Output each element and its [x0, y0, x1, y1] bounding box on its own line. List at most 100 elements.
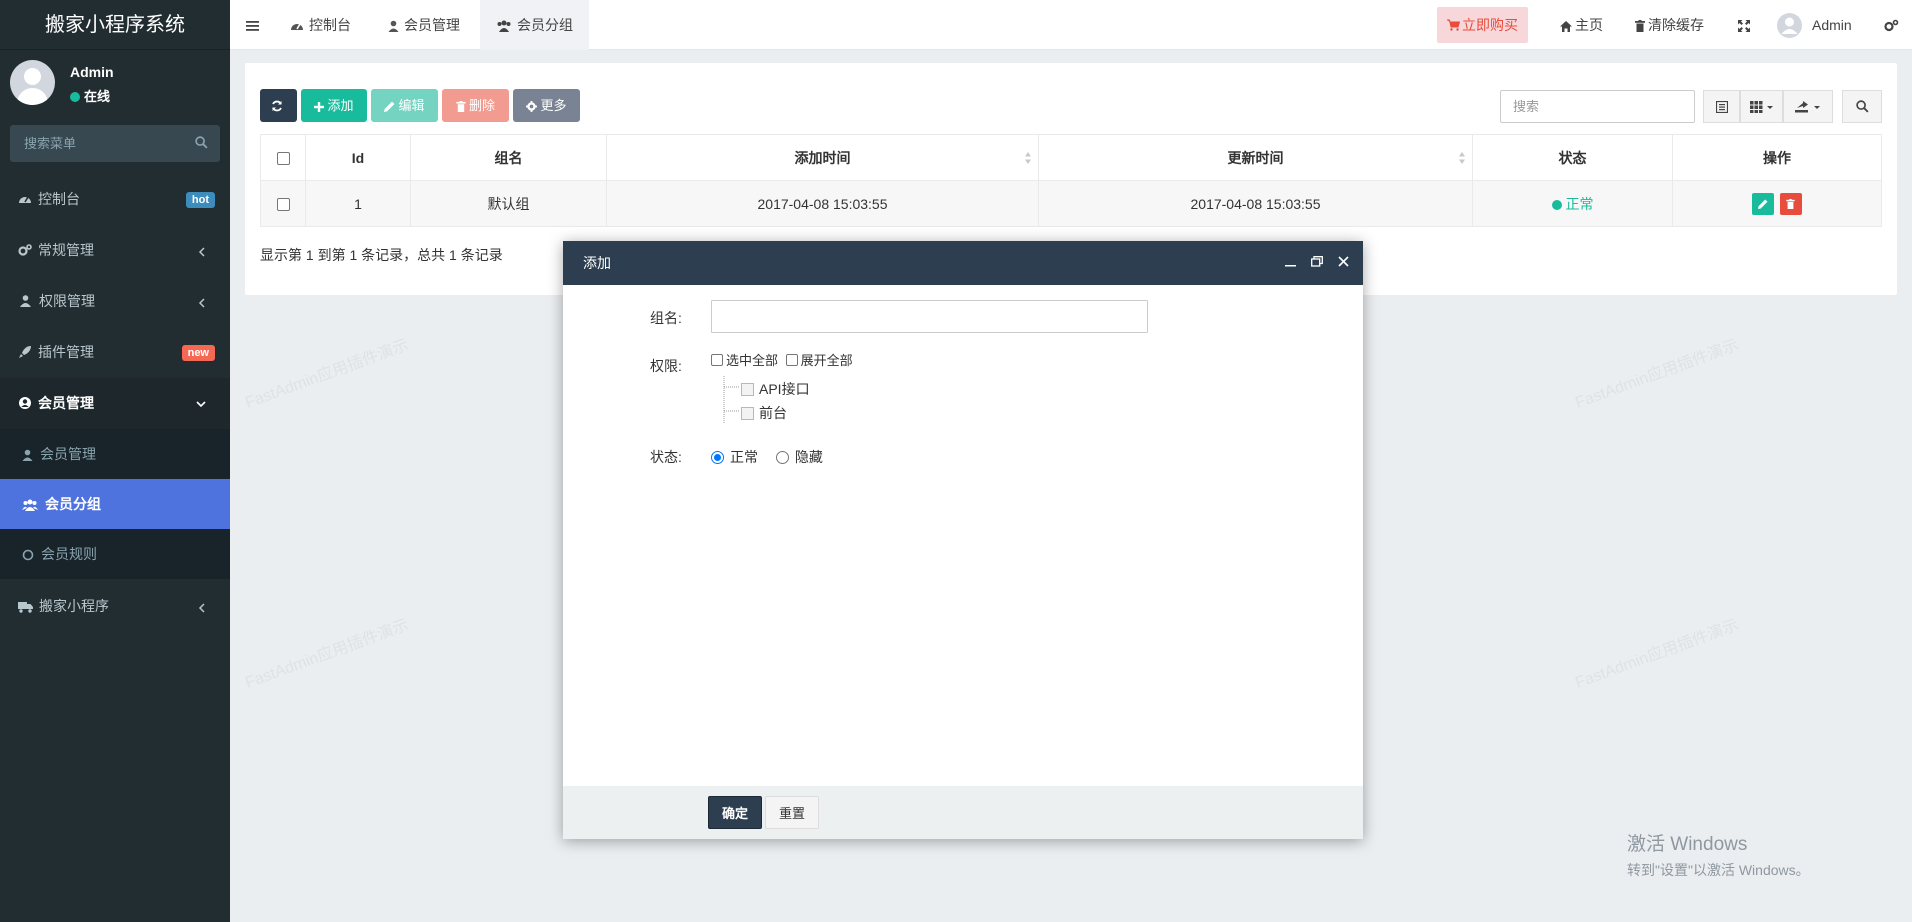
clear-cache-button[interactable]: 清除缓存	[1635, 0, 1704, 50]
tab-dashboard[interactable]: 控制台	[280, 0, 361, 50]
dialog-footer: 确定 重置	[563, 786, 1363, 839]
cogs-icon	[18, 244, 32, 256]
row-delete-button[interactable]	[1779, 192, 1802, 215]
settings-button[interactable]	[1884, 0, 1904, 50]
avatar-icon	[1777, 13, 1802, 38]
toggle-view-button[interactable]	[1703, 90, 1740, 123]
trash-icon	[1635, 20, 1645, 32]
tab-member[interactable]: 会员管理	[378, 0, 470, 50]
users-icon	[497, 20, 511, 32]
hot-badge: hot	[185, 192, 215, 208]
status-normal-radio[interactable]: 正常	[711, 449, 758, 465]
dashboard-icon	[19, 196, 31, 203]
dialog-title: 添加	[583, 255, 611, 271]
header-checkbox-cell	[260, 134, 306, 181]
dialog-header[interactable]: 添加	[563, 241, 1363, 285]
top-navbar: 控制台 会员管理 会员分组 立即购买 主页 清除缓存 Admin	[230, 0, 1912, 50]
edit-button[interactable]: 编辑	[371, 89, 438, 122]
add-button[interactable]: 添加	[301, 89, 367, 122]
close-icon[interactable]	[1338, 256, 1349, 267]
sidebar-item-dashboard[interactable]: 控制台 hot	[0, 174, 230, 225]
trash-icon	[456, 101, 466, 112]
expand-all-checkbox[interactable]	[785, 354, 798, 366]
user-circle-icon	[19, 397, 31, 409]
member-submenu: 会员管理 会员分组 会员规则	[0, 429, 230, 579]
export-button[interactable]	[1783, 90, 1833, 123]
sidebar-item-moving-app[interactable]: 搬家小程序	[0, 579, 230, 634]
sidebar-toggle-button[interactable]	[246, 0, 264, 50]
table-search-input[interactable]	[1500, 90, 1695, 123]
refresh-button[interactable]	[260, 89, 297, 122]
chevron-left-icon	[198, 247, 205, 257]
delete-button[interactable]: 删除	[442, 89, 509, 122]
fullscreen-button[interactable]	[1738, 0, 1755, 50]
chevron-left-icon	[198, 298, 205, 308]
tab-member-group[interactable]: 会员分组	[480, 0, 589, 50]
home-link[interactable]: 主页	[1560, 0, 1603, 50]
refresh-icon	[272, 100, 282, 112]
header-created[interactable]: 添加时间	[606, 134, 1039, 181]
more-button[interactable]: 更多	[513, 89, 580, 122]
reset-button[interactable]: 重置	[765, 796, 820, 829]
tree-node-checkbox[interactable]	[741, 383, 754, 396]
select-all-checkbox[interactable]	[711, 354, 723, 366]
avatar	[10, 60, 55, 105]
pencil-icon	[384, 101, 395, 112]
select-all-checkbox[interactable]	[276, 152, 290, 166]
sidebar-menu: 控制台 hot 常规管理 权限管理 插件管理 new 会员管理 会员管理 会员分…	[0, 174, 230, 634]
sidebar-item-addon[interactable]: 插件管理 new	[0, 327, 230, 378]
sidebar-subitem-rule[interactable]: 会员规则	[0, 529, 230, 579]
buy-now-button[interactable]: 立即购买	[1437, 7, 1528, 43]
status-hidden-radio[interactable]: 隐藏	[775, 449, 823, 465]
sidebar-item-member[interactable]: 会员管理	[0, 378, 230, 429]
columns-button[interactable]	[1740, 90, 1783, 123]
add-dialog: 添加 组名: 权限: 选中全部 展开全部 API接口 前台 状态: 正常 隐藏 …	[563, 241, 1363, 839]
users-icon	[22, 499, 38, 511]
select-all-option[interactable]: 选中全部	[711, 353, 778, 368]
expand-all-option[interactable]: 展开全部	[785, 353, 853, 368]
chevron-left-icon	[198, 603, 205, 613]
permission-options: 选中全部 展开全部	[711, 350, 853, 369]
trash-icon	[1786, 198, 1796, 209]
row-edit-button[interactable]	[1752, 192, 1775, 215]
user-name: Admin	[70, 64, 114, 80]
sidebar-subitem-group[interactable]: 会员分组	[0, 479, 230, 529]
pencil-icon	[1758, 199, 1768, 209]
user-menu[interactable]: Admin	[1777, 0, 1852, 50]
tree-node[interactable]: 前台	[741, 403, 787, 423]
group-name-input[interactable]	[711, 300, 1148, 333]
minimize-icon[interactable]	[1285, 256, 1296, 267]
expand-icon	[1738, 20, 1750, 32]
gear-icon	[526, 101, 538, 112]
status-options: 正常 隐藏	[711, 447, 823, 467]
row-checkbox-cell	[260, 180, 306, 227]
dashboard-icon	[291, 23, 303, 30]
tree-node-checkbox[interactable]	[741, 407, 754, 420]
sidebar-item-permission[interactable]: 权限管理	[0, 276, 230, 327]
user-icon	[22, 449, 33, 461]
menu-search-input[interactable]	[10, 125, 180, 162]
table-header-row: Id 组名 添加时间 更新时间 状态 操作	[260, 134, 1882, 181]
header-updated[interactable]: 更新时间	[1038, 134, 1473, 181]
menu-search	[10, 125, 220, 162]
rocket-icon	[19, 346, 31, 358]
sidebar-subitem-member[interactable]: 会员管理	[0, 429, 230, 479]
windows-activation-notice: 激活 Windows 转到"设置"以激活 Windows。	[1627, 834, 1810, 878]
confirm-button[interactable]: 确定	[708, 796, 763, 829]
cell-status: 正常	[1472, 180, 1673, 227]
header-id[interactable]: Id	[305, 134, 411, 181]
export-icon	[1795, 101, 1820, 113]
watermark: FastAdmin应用插件演示	[243, 336, 412, 412]
sidebar-item-general[interactable]: 常规管理	[0, 225, 230, 276]
header-name[interactable]: 组名	[410, 134, 607, 181]
tree-node[interactable]: API接口	[741, 379, 810, 399]
app-logo[interactable]: 搬家小程序系统	[0, 0, 230, 50]
search-icon[interactable]	[195, 136, 208, 149]
maximize-icon[interactable]	[1311, 256, 1323, 267]
common-search-button[interactable]	[1842, 90, 1882, 123]
cart-icon	[1447, 19, 1461, 31]
table-row[interactable]: 1 默认组 2017-04-08 15:03:55 2017-04-08 15:…	[260, 180, 1882, 227]
cell-name: 默认组	[410, 180, 607, 227]
cell-updated: 2017-04-08 15:03:55	[1038, 180, 1473, 227]
row-checkbox[interactable]	[276, 198, 290, 212]
